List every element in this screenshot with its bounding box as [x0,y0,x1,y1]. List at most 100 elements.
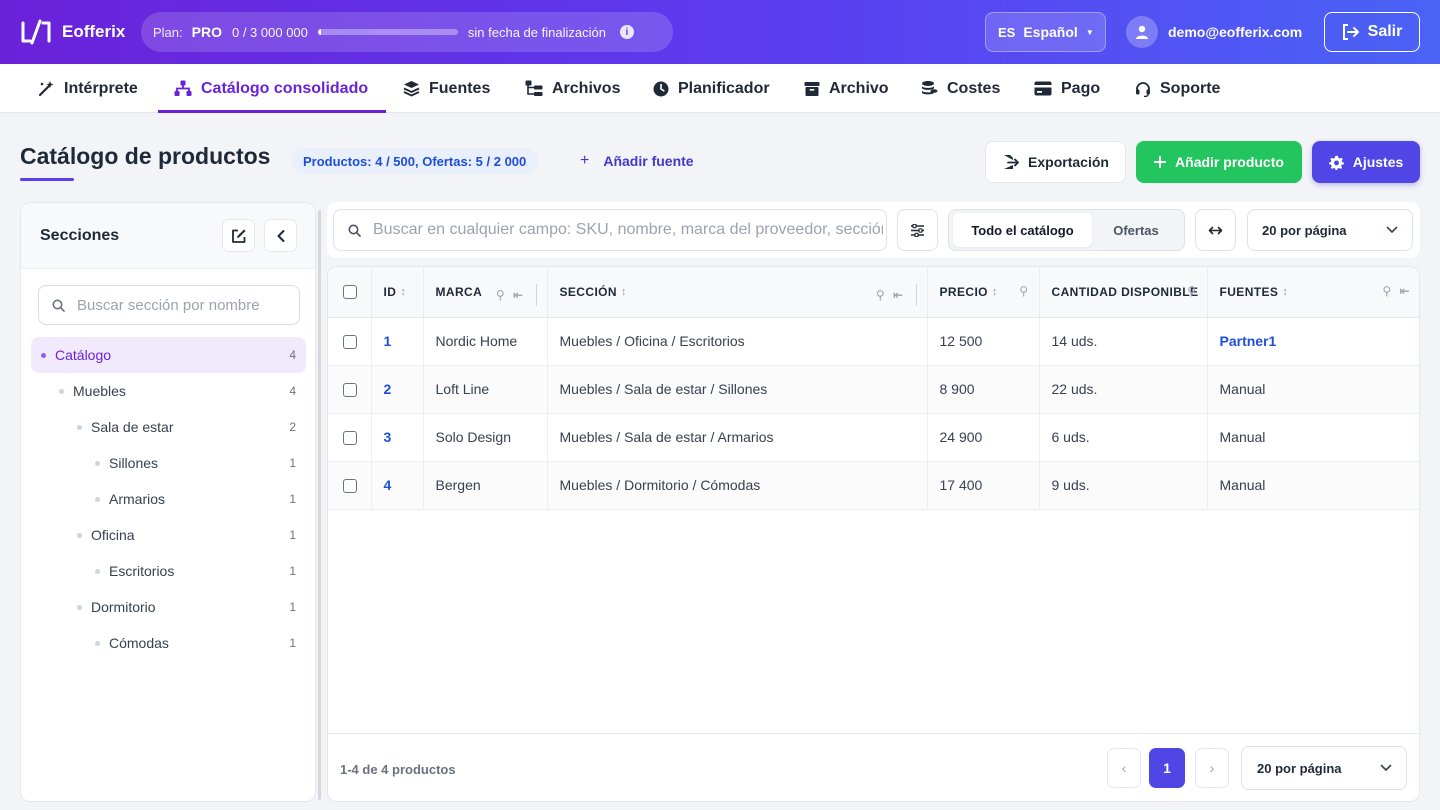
prev-page-button[interactable]: ‹ [1107,748,1141,788]
cell-price: 12 500 [927,317,1040,366]
user-icon [1136,25,1148,39]
user-menu[interactable]: demo@eofferix.com [1126,16,1302,48]
row-checkbox[interactable] [343,335,357,350]
column-label: FUENTES [1219,284,1279,299]
per-page-select-top[interactable]: 20 por página [1247,209,1413,251]
product-id-link[interactable]: 3 [384,429,392,445]
tree-item[interactable]: Oficina 1 [31,517,306,553]
add-product-button[interactable]: Añadir producto [1136,141,1302,183]
nav-item-archivo[interactable]: Archivo [804,64,889,113]
next-page-button[interactable]: › [1195,748,1229,788]
nav-item-fuentes[interactable]: Fuentes [403,64,490,113]
nav-item-catalogo[interactable]: Catálogo consolidado [157,64,387,113]
pin-icon[interactable]: ⚲ [1019,284,1028,298]
chevron-down-icon [1386,226,1398,233]
filter-button[interactable] [897,209,938,251]
row-checkbox[interactable] [343,431,357,446]
pin-icon[interactable]: ⚲ [876,288,885,302]
column-section[interactable]: SECCIÓN ↕ ⚲ ⇤ [547,267,928,318]
select-all-checkbox[interactable] [343,285,357,300]
cell-quantity: 6 uds. [1039,413,1208,462]
pin-icon[interactable]: ⚲ [496,288,505,302]
sidebar-resize-handle[interactable] [318,210,321,800]
page-number: 1 [1163,760,1171,776]
catalog-search[interactable] [333,209,887,251]
file-export-icon [1004,155,1019,169]
tree-item-label: Catálogo [55,347,112,363]
tree-item[interactable]: Dormitorio 1 [31,589,306,625]
bullet-icon [41,352,46,358]
row-checkbox[interactable] [343,383,357,398]
pin-icon[interactable]: ⚲ [1382,284,1391,298]
column-resize-icon[interactable]: ⇤ [893,288,903,302]
table-row[interactable]: 1 Nordic Home Muebles / Oficina / Escritor… [328,317,1419,366]
collapse-sidebar-button[interactable] [264,219,297,252]
plan-progress-bar [317,29,458,35]
nav-item-costes[interactable]: Costes [921,64,1000,113]
column-brand[interactable]: MARCA ⚲ ⇤ [423,267,548,318]
catalog-search-input[interactable] [373,221,883,239]
sort-icon[interactable]: ↕ [1282,286,1288,298]
logout-button[interactable]: Salir [1324,12,1420,52]
tree-item[interactable]: Sillones 1 [31,445,306,481]
tree-item[interactable]: Escritorios 1 [31,553,306,589]
tree-item[interactable]: Catálogo 4 [31,337,306,373]
sort-icon[interactable]: ↕ [400,286,406,298]
table-row[interactable]: 4 Bergen Muebles / Dormitorio / Cómodas 17 … [328,461,1419,510]
main-nav: Intérprete Catálogo consolidado Fuentes … [0,64,1440,113]
tree-item[interactable]: Cómodas 1 [31,625,306,661]
section-search[interactable] [38,285,300,325]
nav-item-soporte[interactable]: Soporte [1135,64,1220,113]
tab-offers[interactable]: Ofertas [1092,213,1180,247]
nav-item-archivos[interactable]: Archivos [525,64,620,113]
add-source-label: Añadir fuente [603,153,694,169]
row-checkbox[interactable] [343,479,357,494]
sort-icon[interactable]: ↕ [621,286,627,298]
column-id[interactable]: ID ↕ [371,267,424,318]
tree-item-count: 4 [289,348,296,362]
pin-icon[interactable]: ⚲ [1187,284,1196,298]
nav-item-label: Pago [1061,79,1101,97]
source-label[interactable]: Partner1 [1220,333,1277,349]
page-button-1[interactable]: 1 [1149,748,1185,788]
tree-item[interactable]: Sala de estar 2 [31,409,306,445]
expand-columns-button[interactable] [1195,209,1236,251]
column-quantity[interactable]: CANTIDAD DISPONIBLE ⚲ [1039,267,1208,318]
sort-icon[interactable]: ↕ [992,286,998,298]
caret-down-icon: ▼ [1085,27,1094,37]
tab-all-catalog[interactable]: Todo el catálogo [953,213,1092,247]
product-id-link[interactable]: 2 [384,381,392,397]
nav-item-interprete[interactable]: Intérprete [38,64,138,113]
language-selector[interactable]: ES Español ▼ [985,12,1106,52]
product-id-link[interactable]: 1 [384,333,392,349]
tree-item[interactable]: Muebles 4 [31,373,306,409]
column-sources[interactable]: FUENTES ↕ ⚲ ⇤ [1207,267,1419,318]
plus-icon: + [580,152,590,169]
table-row[interactable]: 2 Loft Line Muebles / Sala de estar / Sill… [328,365,1419,414]
chevron-down-icon [1380,764,1392,771]
add-source-button[interactable]: + Añadir fuente [580,150,694,172]
nav-item-planificador[interactable]: Planificador [653,64,770,113]
product-id-link[interactable]: 4 [384,477,392,493]
edit-sections-button[interactable] [222,219,255,252]
column-resize-icon[interactable]: ⇤ [1400,284,1410,298]
nav-item-pago[interactable]: Pago [1034,64,1100,113]
bullet-icon [95,640,100,646]
tree-item-count: 1 [289,528,296,542]
column-resize-icon[interactable]: ⇤ [513,288,523,302]
cell-quantity: 14 uds. [1039,317,1208,366]
table-row[interactable]: 3 Solo Design Muebles / Sala de estar / Ar… [328,413,1419,462]
column-price[interactable]: PRECIO ↕ ⚲ [927,267,1040,318]
credit-card-icon [1034,81,1052,96]
section-search-input[interactable] [77,296,297,314]
sidebar-title: Secciones [40,227,120,244]
view-toggle: Todo el catálogo Ofertas [948,209,1185,251]
export-button[interactable]: Exportación [985,141,1126,183]
cell-price: 8 900 [927,365,1040,414]
logo[interactable]: Eofferix [20,18,125,46]
tree-item[interactable]: Armarios 1 [31,481,306,517]
info-icon[interactable]: i [619,25,634,39]
tree-item-count: 2 [289,420,296,434]
per-page-select-bottom[interactable]: 20 por página [1241,746,1407,790]
settings-button[interactable]: Ajustes [1312,141,1420,183]
